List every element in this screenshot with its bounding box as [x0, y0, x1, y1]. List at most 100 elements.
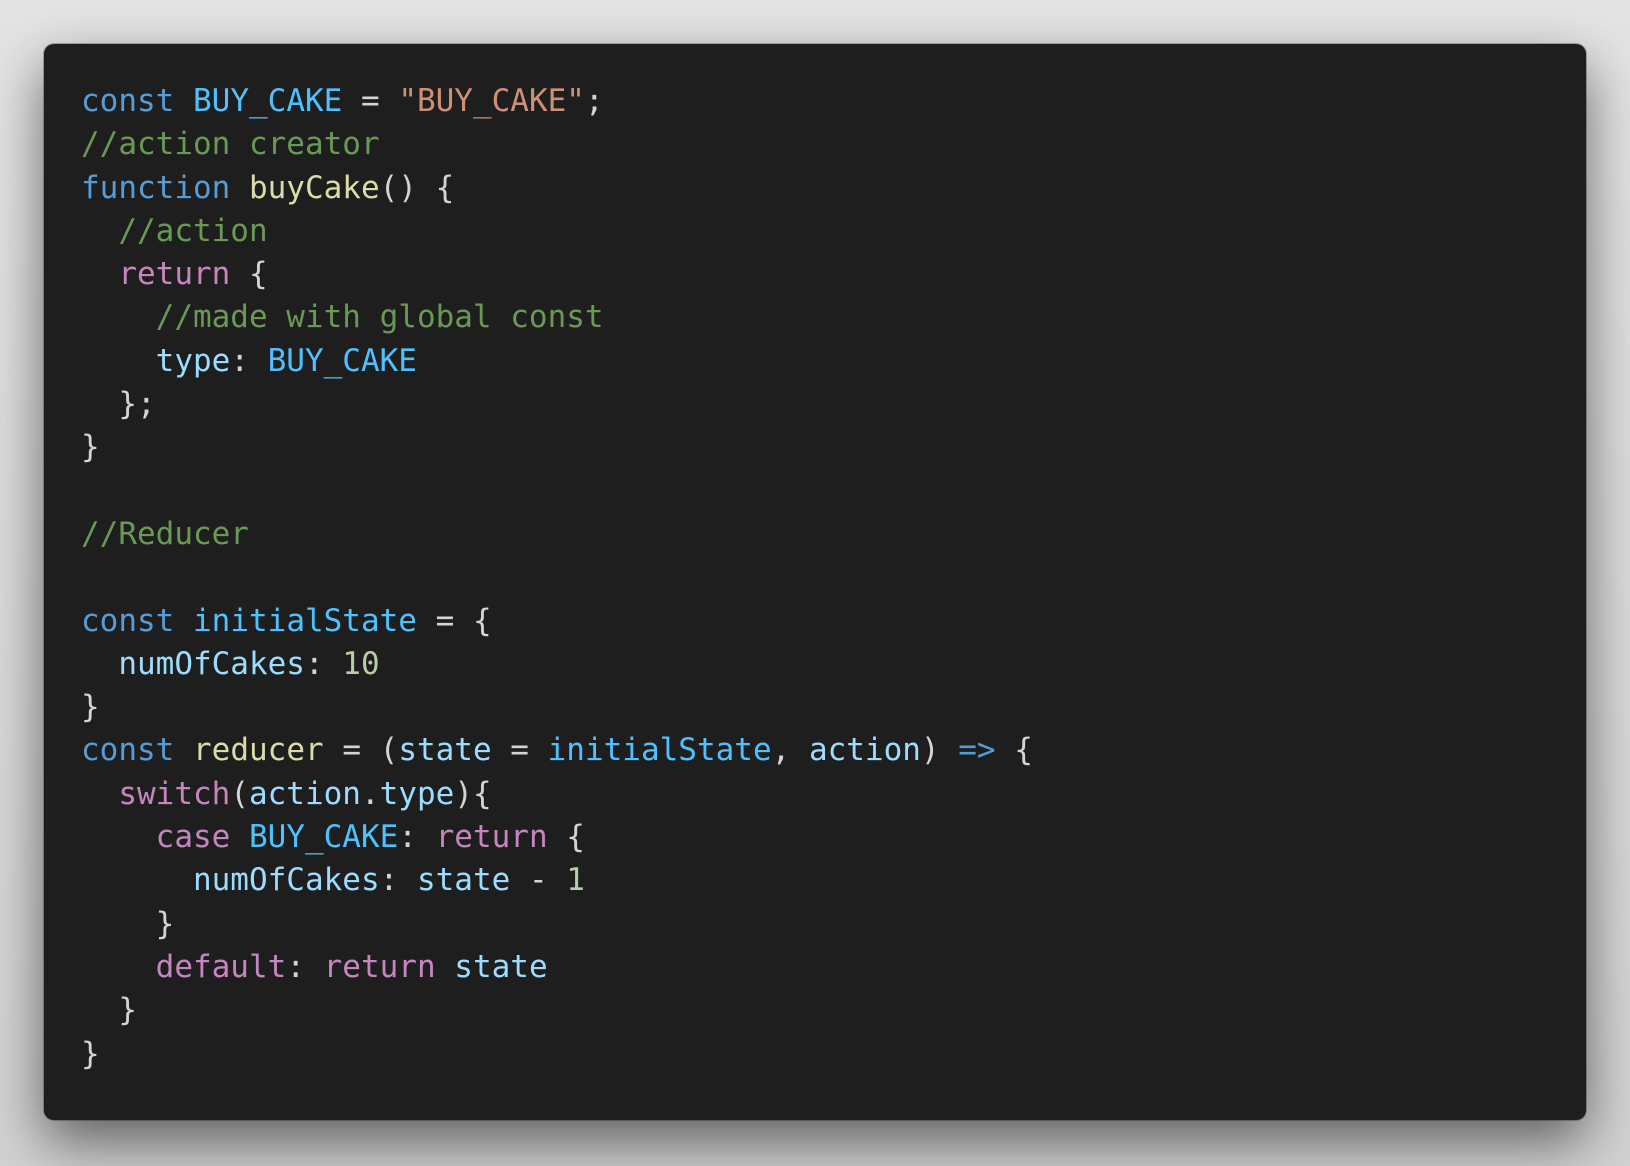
code-token-punct: } [81, 992, 137, 1029]
code-token-comment: //Reducer [81, 515, 249, 552]
code-token-punct: = [342, 83, 399, 119]
code-token-keyword: const [81, 602, 175, 639]
code-token-control: default [155, 948, 287, 985]
code-token-punct: , [771, 732, 809, 769]
code-token-punct: ; [584, 83, 604, 119]
code-token-variable: type [155, 342, 231, 379]
code-token-punct: { [995, 732, 1033, 769]
code-token-number: 10 [342, 645, 380, 682]
code-line: type: BUY_CAKE [81, 340, 1586, 383]
code-token-punct [81, 819, 156, 855]
code-line: const reducer = (state = initialState, a… [81, 729, 1586, 772]
code-token-punct: - [510, 862, 567, 899]
code-token-punct [436, 949, 455, 985]
code-token-punct: () { [379, 169, 455, 206]
code-token-punct: }; [81, 386, 156, 423]
code-token-punct: = ( [323, 732, 399, 769]
code-line: } [81, 903, 1586, 946]
code-token-const-name: BUY_CAKE [193, 83, 343, 119]
code-token-const-name: initialState [547, 732, 772, 769]
code-token-function: buyCake [248, 169, 380, 206]
code-token-function: reducer [193, 732, 324, 769]
code-token-punct: { [230, 256, 268, 293]
code-line: switch(action.type){ [81, 773, 1586, 816]
code-line: //Reducer [81, 513, 1586, 556]
code-line: const BUY_CAKE = "BUY_CAKE"; [81, 80, 1586, 123]
code-token-punct: = [491, 732, 548, 769]
code-token-keyword: function [81, 169, 231, 206]
code-token-punct: } [81, 1035, 100, 1072]
code-token-punct [81, 862, 193, 898]
code-token-punct: ){ [454, 775, 492, 812]
code-line: } [81, 686, 1586, 729]
code-token-variable: state [416, 862, 511, 899]
code-line: } [81, 426, 1586, 469]
code-token-punct: : [304, 645, 343, 682]
code-token-punct: } [81, 429, 100, 466]
code-token-punct: ) [920, 732, 959, 769]
code-token-variable: action [248, 775, 361, 812]
code-token-punct: : [286, 948, 324, 985]
code-token-control: switch [118, 775, 231, 812]
code-snippet-window: const BUY_CAKE = "BUY_CAKE";//action cre… [44, 44, 1586, 1120]
code-token-punct: } [81, 905, 175, 942]
code-token-punct [81, 299, 156, 335]
code-token-keyword: const [81, 83, 175, 119]
code-token-punct: } [81, 689, 100, 726]
code-line: }; [81, 383, 1586, 426]
code-token-control: return [118, 256, 231, 293]
code-token-const-name: BUY_CAKE [248, 819, 399, 856]
code-line: //action creator [81, 123, 1586, 166]
code-token-punct [81, 949, 156, 985]
code-token-punct [174, 732, 193, 768]
code-token-punct: : [379, 862, 417, 899]
code-token-control: return [323, 948, 436, 985]
code-token-comment: //action creator [81, 126, 380, 163]
code-block: const BUY_CAKE = "BUY_CAKE";//action cre… [81, 80, 1586, 1076]
code-line: } [81, 989, 1586, 1032]
code-token-punct [81, 256, 118, 292]
code-token-punct [81, 343, 156, 379]
code-token-keyword: const [81, 732, 175, 769]
code-token-variable: state [398, 732, 492, 769]
code-token-punct: = { [416, 602, 492, 639]
code-token-const-name: BUY_CAKE [267, 342, 417, 379]
code-token-punct: { [547, 819, 585, 856]
code-line: //made with global const [81, 296, 1586, 339]
code-token-punct: ( [230, 775, 249, 812]
code-token-variable: type [379, 775, 455, 812]
code-token-number: 1 [566, 862, 585, 899]
code-token-string: "BUY_CAKE" [398, 83, 585, 119]
code-line: return { [81, 253, 1586, 296]
code-token-punct [81, 213, 118, 249]
code-token-variable: action [808, 732, 921, 769]
code-line: //action [81, 210, 1586, 253]
code-token-control: case [155, 819, 231, 856]
code-line: const initialState = { [81, 600, 1586, 643]
code-token-punct [174, 603, 193, 639]
code-token-control: return [435, 819, 548, 856]
code-token-punct [230, 170, 249, 206]
code-token-punct: : [230, 342, 268, 379]
code-token-punct [174, 83, 193, 119]
code-line: case BUY_CAKE: return { [81, 816, 1586, 859]
code-token-const-name: initialState [193, 602, 417, 639]
code-token-comment: //made with global const [155, 299, 604, 336]
code-line: default: return state [81, 946, 1586, 989]
code-token-variable: state [454, 948, 548, 985]
code-token-variable: numOfCakes [118, 645, 305, 682]
code-line: numOfCakes: state - 1 [81, 859, 1586, 902]
code-token-punct [81, 646, 118, 682]
code-line: numOfCakes: 10 [81, 643, 1586, 686]
code-line: function buyCake() { [81, 167, 1586, 210]
code-token-keyword: => [958, 732, 996, 769]
code-token-punct: : [398, 819, 436, 856]
code-token-punct [230, 819, 249, 855]
code-line: } [81, 1033, 1586, 1076]
code-token-variable: numOfCakes [192, 862, 380, 899]
code-token-comment: //action [118, 212, 268, 249]
code-token-punct: . [360, 775, 380, 812]
code-token-punct [81, 776, 118, 812]
